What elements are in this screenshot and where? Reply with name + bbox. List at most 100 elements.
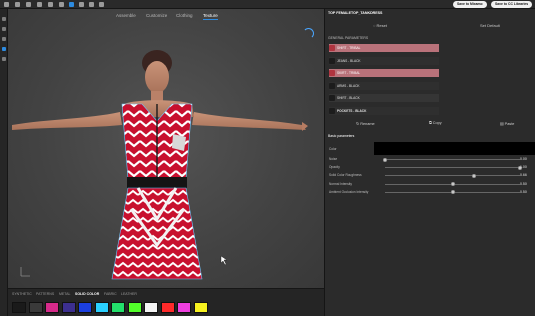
slider-label: Ambient Occlusion Intensity: [329, 189, 369, 194]
color-swatch[interactable]: [61, 302, 76, 313]
slider-value: 0.50: [520, 181, 527, 186]
material-label: JEANS - BLACK: [337, 58, 361, 63]
panel-title: TOP FEMALETOP_TANKDRESS: [328, 11, 383, 15]
slider-value: 1.00: [520, 165, 527, 170]
move-icon[interactable]: [2, 27, 6, 31]
color-swatch[interactable]: [28, 302, 43, 313]
viewport[interactable]: Assemble Customize Clothing Texture: [8, 9, 324, 288]
tab-solid-color[interactable]: SOLID COLOR: [75, 292, 99, 296]
color-ball-icon[interactable]: [69, 2, 74, 7]
slider-value: 0.00: [520, 157, 527, 161]
tab-fabric[interactable]: FABRIC: [104, 292, 117, 296]
slider-value: 0.66: [520, 173, 527, 178]
top-toolbar: Save to Mixamo Save to CC Libraries: [0, 0, 535, 9]
properties-panel: TOP FEMALETOP_TANKDRESS ◌ Reset Set Defa…: [324, 9, 535, 316]
reset-button[interactable]: ◌ Reset: [373, 23, 387, 28]
slider-track[interactable]: [385, 175, 520, 177]
slider-value: 0.50: [520, 189, 527, 194]
rename-button[interactable]: ↻ Rename: [356, 121, 375, 126]
copy-icon: ⧉: [429, 121, 432, 125]
slider-label: Noise: [329, 157, 338, 161]
material-list-item[interactable]: POCKETS - BLACK: [329, 106, 439, 115]
basic-parameters-heading: Basic parameters: [328, 134, 355, 138]
material-thumbnail: [329, 82, 335, 89]
redo-icon[interactable]: [48, 2, 53, 7]
tab-leather[interactable]: LEATHER: [121, 292, 137, 296]
tab-synthetic[interactable]: SYNTHETIC: [12, 292, 32, 296]
material-thumbnail: [329, 107, 335, 114]
camera-icon[interactable]: [99, 2, 104, 7]
grid-icon[interactable]: [79, 2, 84, 7]
viewport-tabs: Assemble Customize Clothing Texture: [8, 9, 324, 23]
tab-assemble[interactable]: Assemble: [116, 13, 136, 18]
slider-knob[interactable]: [472, 173, 477, 178]
material-strip: SYNTHETIC PATTERNS METAL SOLID COLOR FAB…: [8, 288, 324, 316]
set-default-button[interactable]: Set Default: [480, 23, 500, 28]
color-picker[interactable]: [374, 142, 535, 155]
material-label: SHIRT - BLACK: [337, 96, 360, 100]
color-swatch[interactable]: [144, 302, 158, 313]
tab-metal[interactable]: METAL: [59, 292, 70, 296]
reset-icon: ◌: [373, 23, 376, 28]
slider-label: Opacity: [329, 165, 340, 170]
material-thumbnail: [329, 57, 335, 64]
material-label: SKIRT - TRIBAL: [337, 71, 361, 75]
tab-patterns[interactable]: PATTERNS: [36, 292, 54, 296]
color-swatch[interactable]: [12, 302, 26, 313]
material-thumbnail: [329, 70, 335, 76]
home-icon[interactable]: [4, 2, 9, 7]
reset-label: Reset: [376, 23, 387, 28]
color-swatch[interactable]: [160, 302, 175, 313]
app-window: Save to Mixamo Save to CC Libraries Asse…: [0, 0, 535, 316]
image-icon[interactable]: [26, 2, 31, 7]
material-list-item[interactable]: SHIRT - BLACK: [329, 94, 439, 102]
copy-button[interactable]: ⧉ Copy: [429, 121, 442, 125]
rotate-icon[interactable]: [2, 17, 6, 21]
material-actions: ↻ Rename ⧉ Copy ▤ Paste: [325, 120, 535, 129]
general-parameters-heading: GENERAL PARAMETERS: [328, 36, 369, 40]
material-label: ARMS - BLACK: [337, 83, 360, 88]
color-label: Color: [329, 147, 337, 151]
slider-knob[interactable]: [383, 157, 387, 162]
save-icon[interactable]: [15, 2, 20, 7]
slider-label: Normal Intensity: [329, 181, 353, 186]
color-swatch[interactable]: [177, 302, 191, 313]
loading-spinner-icon: [303, 28, 314, 39]
slider-knob[interactable]: [450, 190, 455, 195]
slider-track[interactable]: [385, 167, 520, 169]
light-icon[interactable]: [2, 57, 6, 61]
slider-track[interactable]: [385, 159, 520, 160]
select-icon[interactable]: [2, 47, 6, 51]
material-list-item[interactable]: ARMS - BLACK: [329, 81, 439, 90]
character-model[interactable]: [8, 9, 324, 288]
slider-label: Solid Color Roughness: [329, 173, 362, 178]
paste-icon: ▤: [500, 122, 504, 126]
left-toolbar: [0, 9, 8, 316]
material-list-item[interactable]: SHIRT - TRIBAL: [329, 44, 439, 52]
axis-gizmo-icon: [20, 267, 30, 277]
tab-texture[interactable]: Texture: [203, 13, 218, 20]
material-list-item[interactable]: JEANS - BLACK: [329, 56, 439, 65]
save-to-library-button[interactable]: Save to CC Libraries: [491, 1, 533, 8]
material-thumbnail: [329, 95, 335, 101]
rename-icon: ↻: [356, 122, 360, 126]
material-label: SHIRT - TRIBAL: [337, 46, 361, 50]
material-label: POCKETS - BLACK: [337, 108, 367, 113]
layers-icon[interactable]: [89, 2, 94, 7]
tab-customize[interactable]: Customize: [146, 13, 167, 18]
zoom-icon[interactable]: [2, 37, 6, 41]
color-swatch[interactable]: [111, 302, 125, 313]
paste-button[interactable]: ▤ Paste: [500, 121, 514, 126]
slider-knob[interactable]: [450, 182, 455, 187]
color-swatch[interactable]: [127, 302, 142, 313]
reset-view-icon[interactable]: [59, 2, 64, 7]
undo-icon[interactable]: [37, 2, 42, 7]
save-to-mixamo-button[interactable]: Save to Mixamo: [453, 1, 487, 8]
color-swatch[interactable]: [45, 302, 59, 313]
color-swatch[interactable]: [94, 302, 109, 313]
color-swatch[interactable]: [78, 302, 92, 313]
material-thumbnail: [329, 45, 335, 51]
tab-clothing[interactable]: Clothing: [176, 13, 193, 18]
color-swatch[interactable]: [193, 302, 208, 313]
material-list-item[interactable]: SKIRT - TRIBAL: [329, 69, 439, 77]
